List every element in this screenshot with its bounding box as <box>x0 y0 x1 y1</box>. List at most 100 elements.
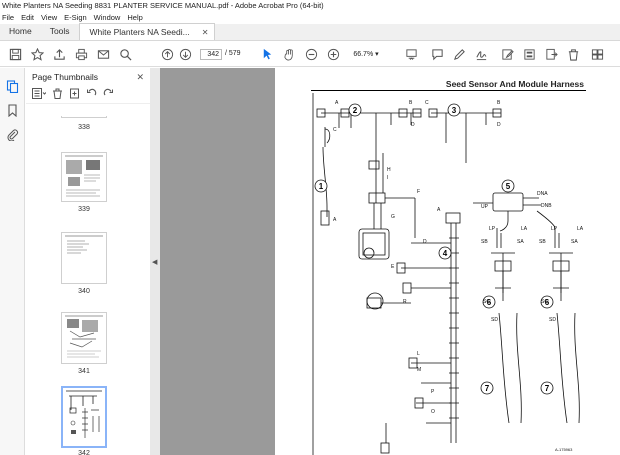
menu-edit[interactable]: Edit <box>21 13 34 22</box>
svg-text:LA: LA <box>521 226 528 232</box>
close-panel-icon[interactable]: ✕ <box>136 72 144 83</box>
menu-help[interactable]: Help <box>127 13 142 22</box>
svg-text:R: R <box>403 299 407 305</box>
callout-2: 2 <box>353 106 358 115</box>
page-thumbnail[interactable] <box>61 152 107 202</box>
svg-text:P: P <box>431 389 435 395</box>
tab-bar: Home Tools White Planters NA Seedi... ✕ <box>0 23 620 41</box>
toolbar: 342 / 579 66.7% ▾ <box>0 42 620 67</box>
svg-text:O: O <box>431 409 435 415</box>
panel-header: Page Thumbnails ✕ <box>26 68 150 86</box>
zoom-level-select[interactable]: 66.7% ▾ <box>346 49 386 60</box>
callout-1: 1 <box>319 182 324 191</box>
previous-page-icon[interactable] <box>160 47 174 61</box>
svg-text:I: I <box>387 175 388 181</box>
thumbnail-label: 340 <box>78 288 90 295</box>
svg-text:SC: SC <box>483 299 490 305</box>
svg-text:LP: LP <box>489 226 496 232</box>
select-cursor-icon[interactable] <box>260 47 274 61</box>
thumbnail-options-icon[interactable] <box>32 88 47 101</box>
zoom-level-value: 66.7% <box>353 51 374 58</box>
organize-pages-icon[interactable] <box>590 47 604 61</box>
tab-document[interactable]: White Planters NA Seedi... ✕ <box>78 23 216 41</box>
tab-tools[interactable]: Tools <box>41 23 79 40</box>
attachment-icon[interactable] <box>6 128 19 142</box>
panel-title: Page Thumbnails <box>32 72 98 82</box>
thumbnail-list: 338 339 340 341 342 <box>26 116 142 455</box>
collapse-arrow-icon[interactable]: ◀ <box>152 258 157 266</box>
menu-esign[interactable]: E-Sign <box>64 13 87 22</box>
pdf-page: Seed Sensor And Module Harness 2 3 1 4 5… <box>275 68 620 455</box>
page-thumbnail[interactable] <box>61 232 107 284</box>
page-count: / 579 <box>225 50 241 57</box>
upload-icon[interactable] <box>52 47 66 61</box>
svg-text:A: A <box>333 217 337 223</box>
zoom-out-icon[interactable] <box>304 47 318 61</box>
wiring-diagram: 2 3 1 4 5 6 6 7 7 A B CD BDCA HIFG ADER LM… <box>312 93 584 455</box>
menu-file[interactable]: File <box>2 13 14 22</box>
svg-text:SD: SD <box>491 317 498 323</box>
callout-7: 7 <box>485 384 490 393</box>
callout-7: 7 <box>545 384 550 393</box>
search-icon[interactable] <box>118 47 132 61</box>
edit-pdf-icon[interactable] <box>500 47 514 61</box>
panel-toolbar <box>26 86 150 104</box>
document-viewer[interactable]: Seed Sensor And Module Harness 2 3 1 4 5… <box>160 68 620 455</box>
svg-text:D: D <box>411 122 415 128</box>
page-layout-icon[interactable] <box>404 47 418 61</box>
svg-text:H: H <box>387 167 391 173</box>
delete-page-icon[interactable] <box>52 88 63 101</box>
hand-tool-icon[interactable] <box>282 47 296 61</box>
thumbnail-label: 338 <box>78 124 90 131</box>
page-thumbnail[interactable] <box>61 116 107 118</box>
print-icon[interactable] <box>74 47 88 61</box>
thumbnails-panel: Page Thumbnails ✕ 338 339 340 341 342 <box>26 68 174 455</box>
star-icon[interactable] <box>30 47 44 61</box>
rotate-right-icon[interactable] <box>103 88 114 101</box>
comment-icon[interactable] <box>430 47 444 61</box>
svg-text:DNA: DNA <box>537 191 548 197</box>
close-icon[interactable]: ✕ <box>202 24 209 41</box>
callout-5: 5 <box>506 182 511 191</box>
svg-text:D: D <box>423 239 427 245</box>
svg-text:A: A <box>335 100 339 106</box>
svg-text:A: A <box>437 207 441 213</box>
pen-icon[interactable] <box>452 47 466 61</box>
svg-text:F: F <box>417 189 420 195</box>
svg-text:SA: SA <box>571 239 578 245</box>
redact-icon[interactable] <box>522 47 536 61</box>
page-thumbnail-selected[interactable] <box>61 386 107 448</box>
page-thumbnails-icon[interactable] <box>6 80 19 94</box>
menu-window[interactable]: Window <box>94 13 121 22</box>
thumbnail-label: 342 <box>78 450 90 455</box>
tab-home[interactable]: Home <box>0 23 41 40</box>
svg-text:G: G <box>391 214 395 220</box>
svg-text:UP: UP <box>481 204 489 210</box>
callout-4: 4 <box>443 249 448 258</box>
thumbnail-label: 339 <box>78 206 90 213</box>
figure-id: A-175963 <box>555 447 573 452</box>
page-number-input[interactable]: 342 <box>200 49 222 60</box>
rotate-left-icon[interactable] <box>86 88 97 101</box>
svg-text:SA: SA <box>517 239 524 245</box>
save-icon[interactable] <box>8 47 22 61</box>
menu-view[interactable]: View <box>41 13 57 22</box>
panel-collapse-bar[interactable]: ◀ <box>150 68 160 455</box>
mail-icon[interactable] <box>96 47 110 61</box>
tab-document-label: White Planters NA Seedi... <box>89 26 190 37</box>
svg-text:LA: LA <box>577 226 584 232</box>
export-pdf-icon[interactable] <box>544 47 558 61</box>
insert-page-icon[interactable] <box>69 88 80 101</box>
next-page-icon[interactable] <box>178 47 192 61</box>
page-thumbnail[interactable] <box>61 312 107 364</box>
delete-icon[interactable] <box>566 47 580 61</box>
svg-text:SB: SB <box>539 239 546 245</box>
bookmark-icon[interactable] <box>6 104 19 118</box>
svg-text:SD: SD <box>549 317 556 323</box>
zoom-in-icon[interactable] <box>326 47 340 61</box>
sign-icon[interactable] <box>474 47 488 61</box>
svg-text:M: M <box>417 367 421 373</box>
svg-text:B: B <box>409 100 413 106</box>
thumbnail-label: 341 <box>78 368 90 375</box>
svg-text:SC: SC <box>541 299 548 305</box>
